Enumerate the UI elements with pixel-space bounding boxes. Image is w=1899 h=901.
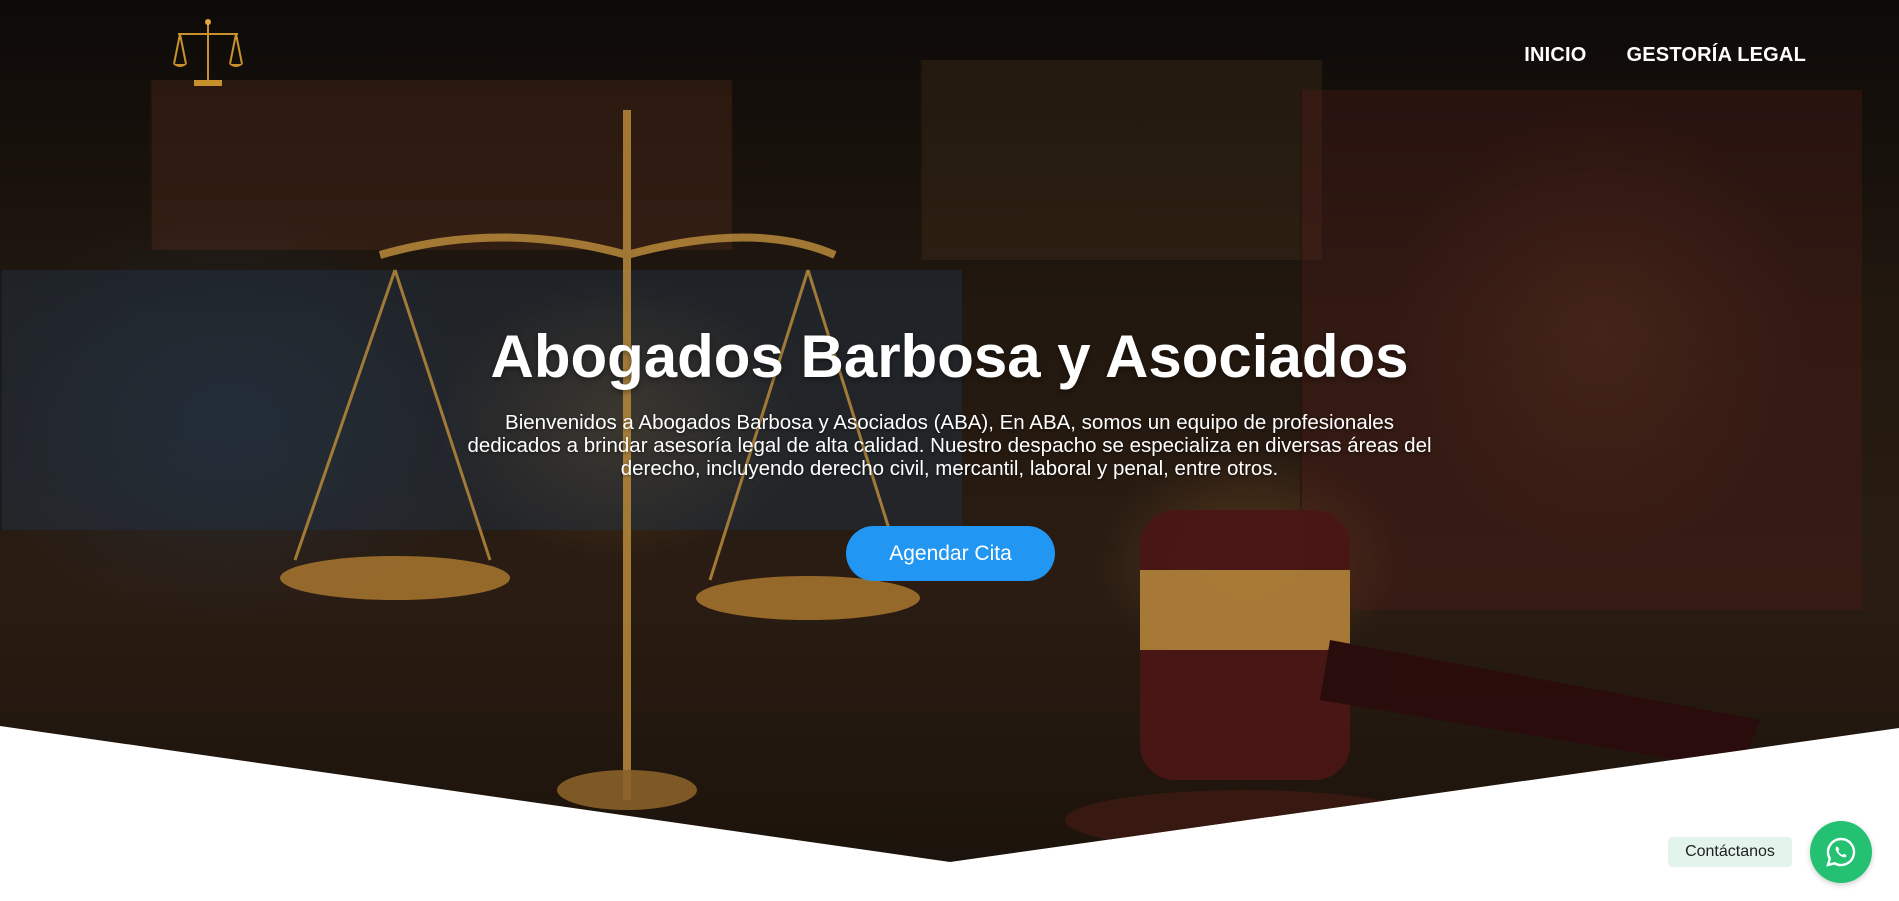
scales-logo-icon xyxy=(173,19,243,86)
contact-label[interactable]: Contáctanos xyxy=(1668,837,1792,867)
nav-item-gestoria-legal[interactable]: GESTORÍA LEGAL xyxy=(1627,44,1806,67)
whatsapp-button[interactable] xyxy=(1810,821,1872,883)
nav-item-inicio[interactable]: INICIO xyxy=(1524,44,1586,67)
logo[interactable] xyxy=(172,16,244,90)
hero-title: Abogados Barbosa y Asociados xyxy=(490,323,1409,390)
hero-description: Bienvenidos a Abogados Barbosa y Asociad… xyxy=(467,411,1432,480)
page: INICIO GESTORÍA LEGAL Abogados Barbosa y… xyxy=(0,0,1899,901)
agendar-cita-button[interactable]: Agendar Cita xyxy=(846,526,1055,581)
main-nav: INICIO GESTORÍA LEGAL xyxy=(1524,44,1806,67)
whatsapp-icon xyxy=(1826,837,1856,867)
